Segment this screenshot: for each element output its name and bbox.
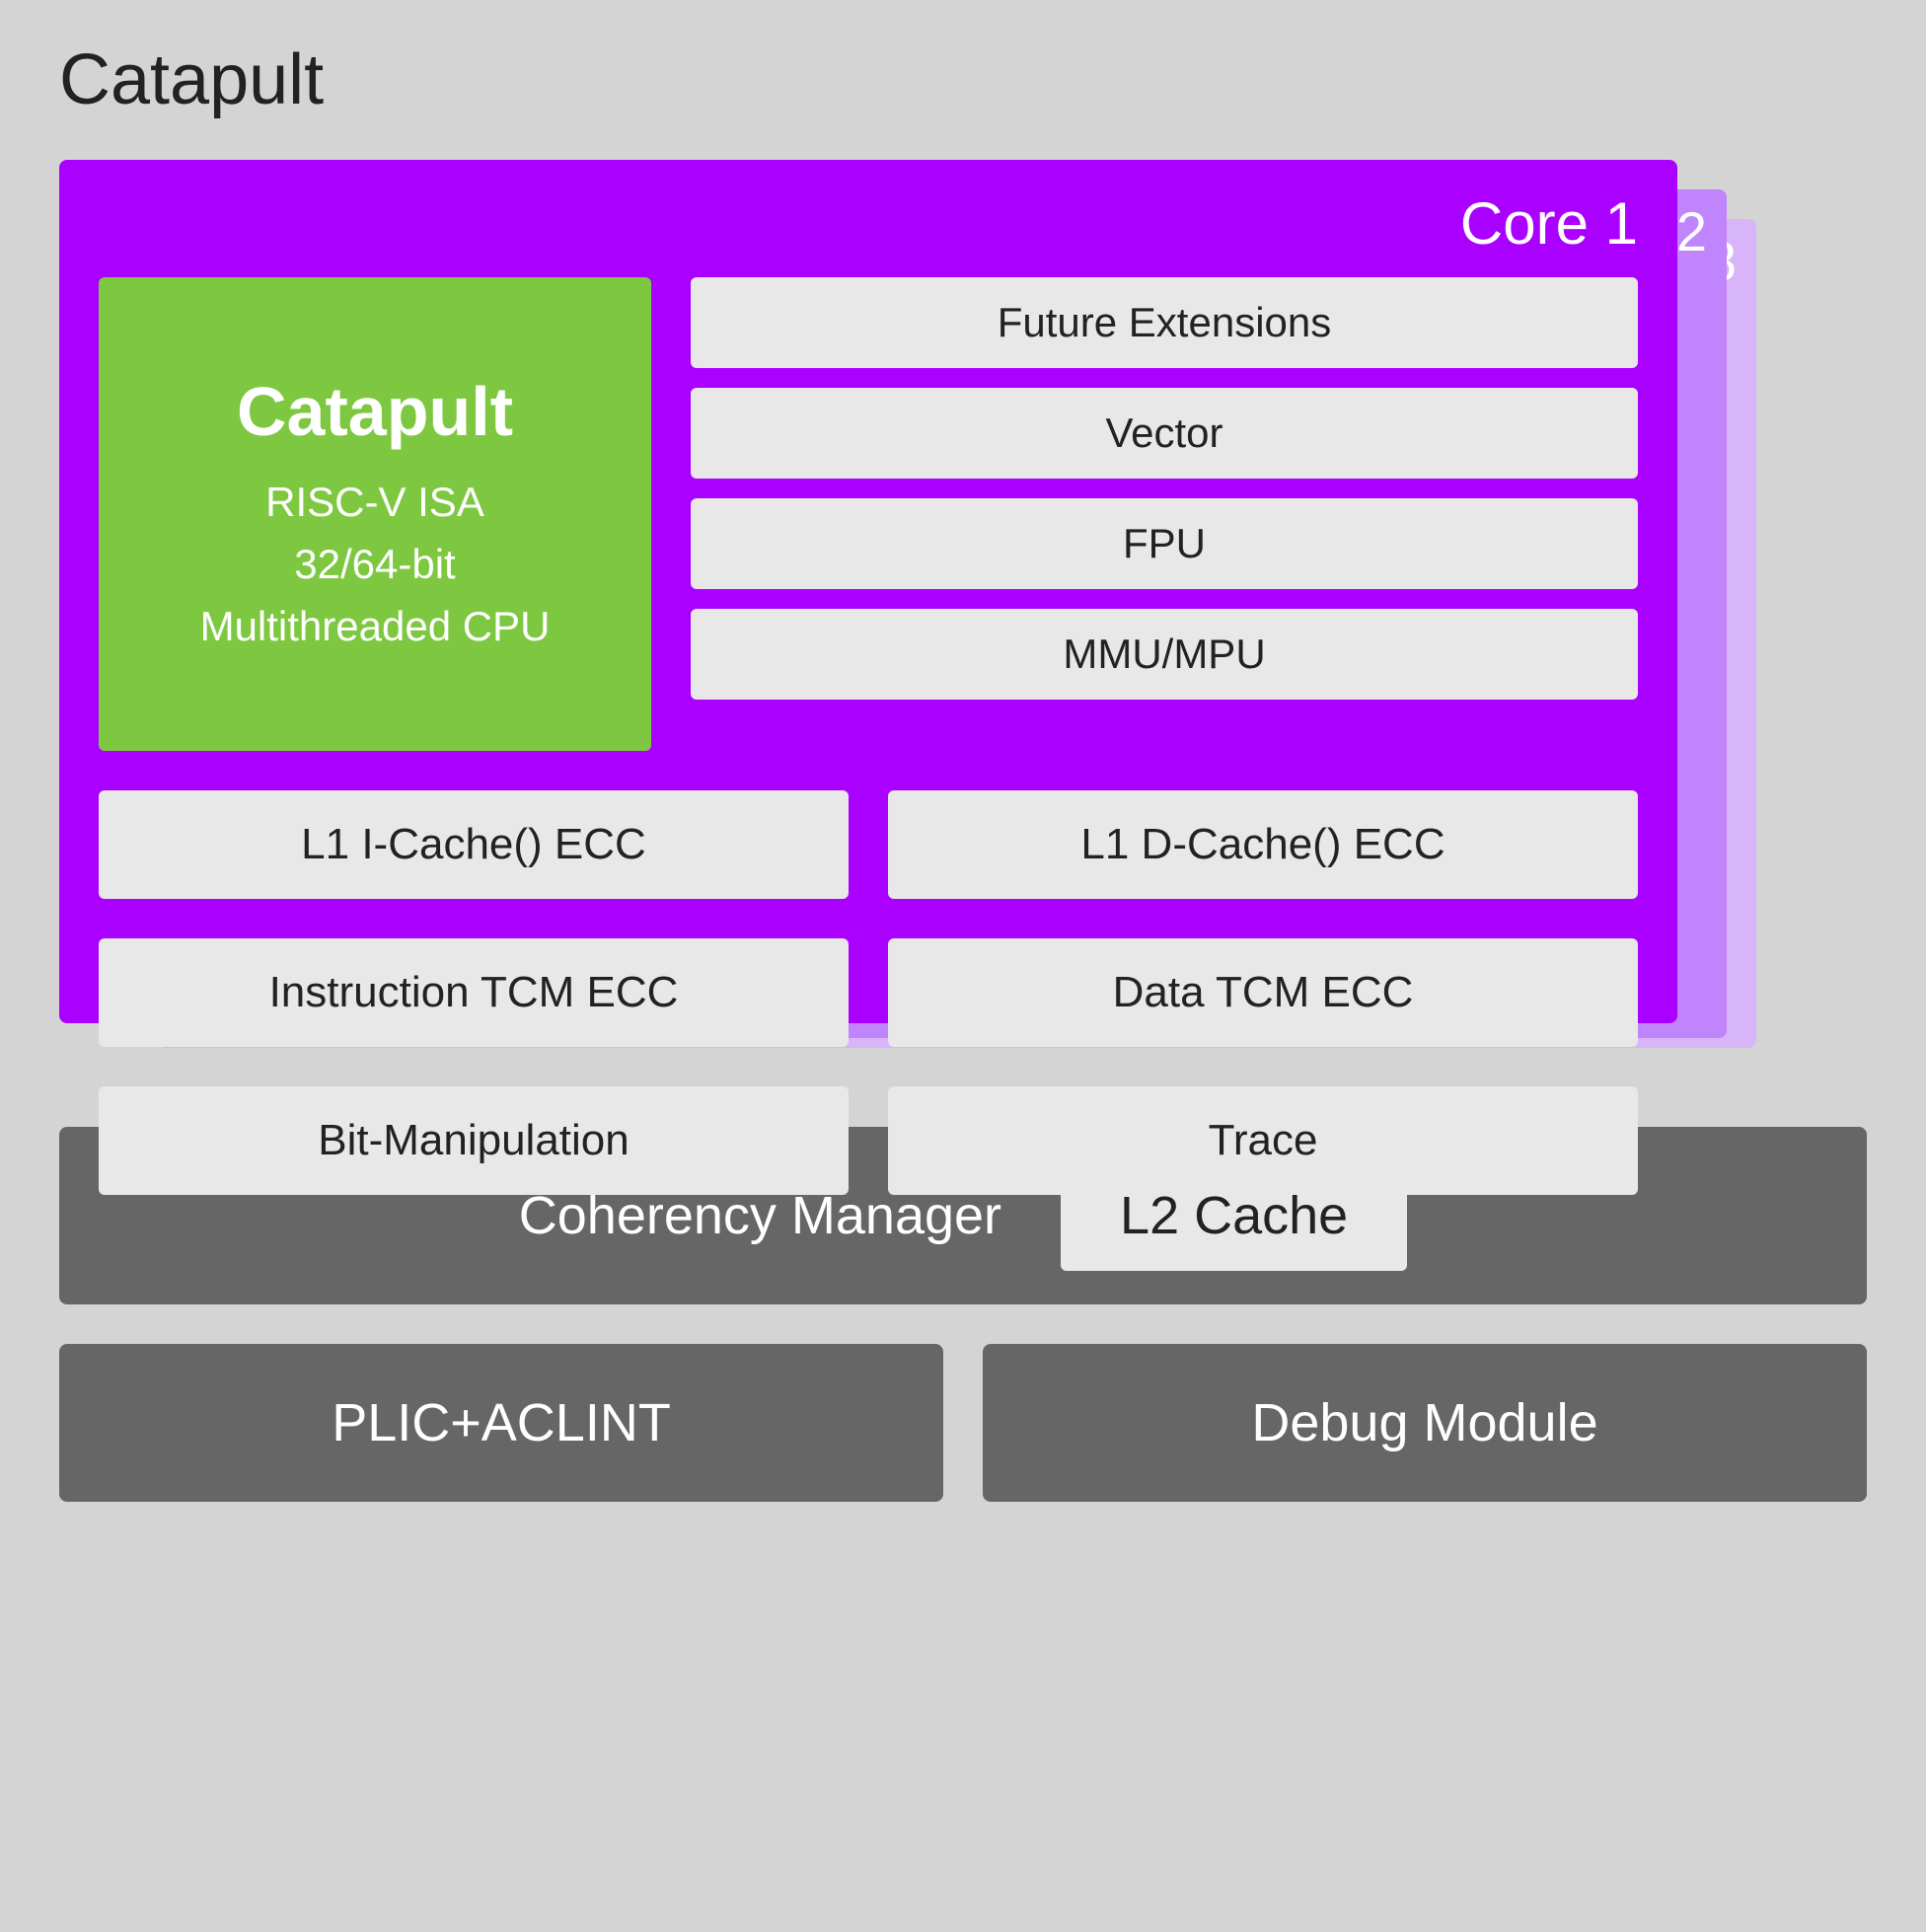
debug-box: Debug Module <box>983 1344 1867 1502</box>
bit-manipulation-box: Bit-Manipulation <box>99 1086 849 1195</box>
catapult-box: Catapult RISC-V ISA 32/64-bit Multithrea… <box>99 277 651 751</box>
core-2-label: 2 <box>1676 199 1707 263</box>
instruction-tcm-box: Instruction TCM ECC <box>99 938 849 1047</box>
core-1-layer: Core 1 Catapult RISC-V ISA 32/64-bit Mul… <box>59 160 1677 1023</box>
cores-stack: 8 2 Core 1 Catapult RISC-V ISA 32/64-bit… <box>59 160 1786 1068</box>
trace-box: Trace <box>888 1086 1638 1195</box>
data-tcm-box: Data TCM ECC <box>888 938 1638 1047</box>
plic-label: PLIC+ACLINT <box>332 1392 671 1453</box>
l1-icache-box: L1 I-Cache() ECC <box>99 790 849 899</box>
catapult-subtitle: RISC-V ISA 32/64-bit Multithreaded CPU <box>200 471 551 657</box>
feature-mmu-mpu: MMU/MPU <box>691 609 1638 700</box>
feature-future-extensions: Future Extensions <box>691 277 1638 368</box>
core-1-label: Core 1 <box>99 189 1638 258</box>
page-title: Catapult <box>0 0 1926 140</box>
feature-fpu: FPU <box>691 498 1638 589</box>
debug-label: Debug Module <box>1251 1392 1597 1453</box>
plic-box: PLIC+ACLINT <box>59 1344 943 1502</box>
catapult-title: Catapult <box>237 372 513 451</box>
l1-dcache-box: L1 D-Cache() ECC <box>888 790 1638 899</box>
feature-vector: Vector <box>691 388 1638 479</box>
